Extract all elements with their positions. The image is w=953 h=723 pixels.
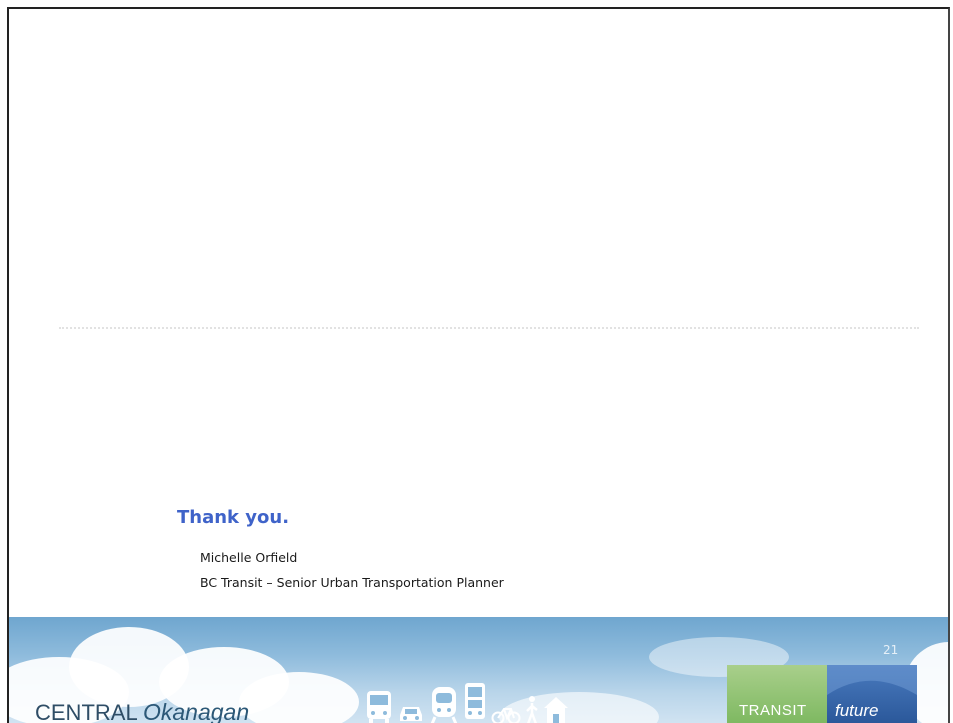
bus-icon xyxy=(365,689,393,723)
page: Thank you. Michelle Orfield BC Transit –… xyxy=(0,0,953,723)
house-icon xyxy=(543,695,569,723)
brand-prefix: CENTRAL xyxy=(35,700,137,723)
bicycle-icon xyxy=(491,703,521,723)
car-icon xyxy=(397,699,425,723)
logo-future-text: future xyxy=(835,701,879,720)
dotted-divider xyxy=(59,327,919,329)
train-icon xyxy=(429,685,459,723)
slide-number: 21 xyxy=(883,643,899,657)
cloud-shape xyxy=(239,672,359,723)
pedestrian-icon xyxy=(525,695,539,723)
footer-banner: CENTRAL Okanagan 21 TRANSIT future xyxy=(9,617,948,723)
transit-future-logo: TRANSIT future xyxy=(727,665,917,723)
transit-icon xyxy=(463,681,487,723)
presenter-role: BC Transit – Senior Urban Transportation… xyxy=(200,575,504,590)
slide: Thank you. Michelle Orfield BC Transit –… xyxy=(7,7,950,723)
logo-transit-text: TRANSIT xyxy=(739,702,807,719)
presenter-name: Michelle Orfield xyxy=(200,550,298,565)
closing-heading: Thank you. xyxy=(177,507,290,528)
brand-region: Okanagan xyxy=(143,699,250,723)
central-okanagan-logo: CENTRAL Okanagan xyxy=(35,699,249,723)
transport-mode-icons xyxy=(365,681,569,723)
